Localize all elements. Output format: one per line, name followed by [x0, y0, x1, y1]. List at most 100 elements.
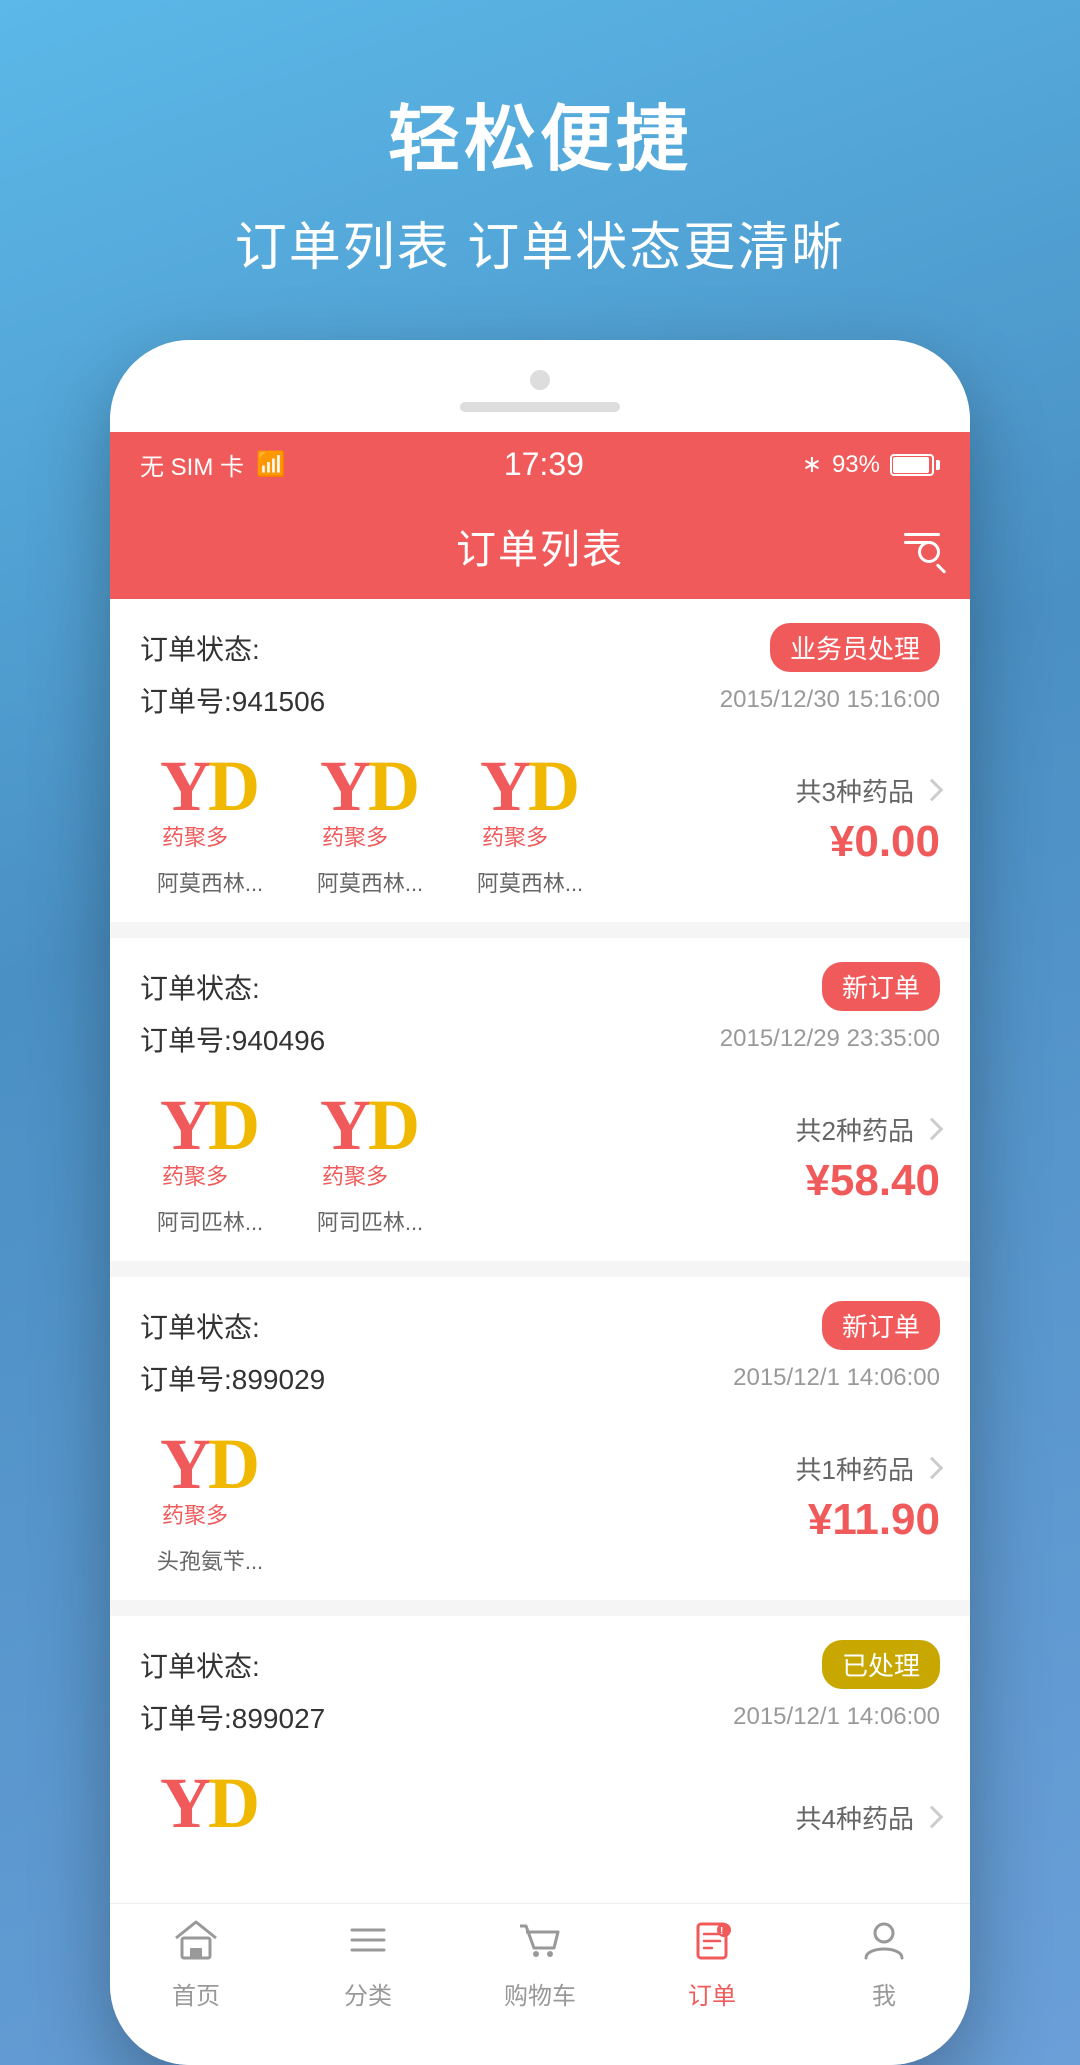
order-item[interactable]: 订单状态: 新订单 订单号:940496 2015/12/29 23:35:00… [110, 938, 970, 1261]
product-logo: Y D 药聚多 [145, 1079, 275, 1199]
product-items: Y D 药聚多 阿莫西林... Y D [140, 740, 776, 898]
search-filter-button[interactable] [904, 533, 940, 563]
svg-text:药聚多: 药聚多 [482, 825, 548, 850]
order-price: ¥11.90 [808, 1495, 940, 1545]
nav-label-profile: 我 [872, 1976, 896, 2011]
product-name: 阿莫西林... [477, 866, 583, 898]
order-header: 订单状态: 业务员处理 [140, 623, 940, 672]
summary-count: 共2种药品 [796, 1111, 940, 1148]
product-name: 阿莫西林... [157, 866, 263, 898]
app-header: 订单列表 [110, 497, 970, 599]
hero-title: 轻松便捷 [40, 80, 1040, 185]
order-price: ¥58.40 [805, 1156, 940, 1206]
clock: 17:39 [504, 446, 584, 483]
nav-label-cart: 购物车 [504, 1976, 576, 2011]
svg-text:药聚多: 药聚多 [162, 825, 228, 850]
svg-text:D: D [208, 1424, 260, 1504]
order-date: 2015/12/30 15:16:00 [720, 686, 940, 714]
svg-text:Y: Y [160, 1085, 212, 1165]
product-logo: Y D 药聚多 [145, 1418, 275, 1538]
home-icon [174, 1920, 218, 1970]
order-date: 2015/12/1 14:06:00 [733, 1364, 940, 1392]
order-item[interactable]: 订单状态: 新订单 订单号:899029 2015/12/1 14:06:00 … [110, 1277, 970, 1600]
summary-count: 共1种药品 [796, 1450, 940, 1487]
order-header: 订单状态: 新订单 [140, 962, 940, 1011]
nav-item-order[interactable]: ! 订单 [642, 1920, 782, 2011]
nav-item-profile[interactable]: 我 [814, 1920, 954, 2011]
order-number-row: 订单号:941506 2015/12/30 15:16:00 [140, 680, 940, 720]
nav-item-cart[interactable]: 购物车 [470, 1920, 610, 2011]
product-item: Y D 药聚多 阿莫西林... [140, 740, 280, 898]
order-header: 订单状态: 已处理 [140, 1640, 940, 1689]
product-item: Y D 药聚多 头孢氨苄... [140, 1418, 280, 1576]
svg-text:Y: Y [160, 746, 212, 826]
bottom-nav: 首页 分类 [110, 1903, 970, 2035]
order-item[interactable]: 订单状态: 已处理 订单号:899027 2015/12/1 14:06:00 … [110, 1616, 970, 1887]
search-icon [918, 541, 940, 563]
product-name: 阿司匹林... [157, 1205, 263, 1237]
svg-text:D: D [368, 1085, 420, 1165]
product-logo: Y D [145, 1757, 275, 1877]
products-row: Y D 药聚多 阿司匹林... Y D [140, 1079, 940, 1237]
user-icon [862, 1920, 906, 1970]
battery-percent: 93% [832, 451, 880, 479]
cart-icon [518, 1920, 562, 1970]
nav-item-home[interactable]: 首页 [126, 1920, 266, 2011]
svg-text:药聚多: 药聚多 [162, 1164, 228, 1189]
svg-text:D: D [208, 746, 260, 826]
order-list: 订单状态: 业务员处理 订单号:941506 2015/12/30 15:16:… [110, 599, 970, 1887]
product-items: Y D 药聚多 头孢氨苄... [140, 1418, 776, 1576]
product-item: Y D 药聚多 阿司匹林... [140, 1079, 280, 1237]
order-date: 2015/12/29 23:35:00 [720, 1025, 940, 1053]
status-badge: 业务员处理 [770, 623, 940, 672]
order-number: 订单号:899029 [140, 1358, 325, 1398]
order-number: 订单号:899027 [140, 1697, 325, 1737]
order-item[interactable]: 订单状态: 业务员处理 订单号:941506 2015/12/30 15:16:… [110, 599, 970, 922]
nav-label-category: 分类 [344, 1976, 392, 2011]
svg-text:Y: Y [320, 746, 372, 826]
list-icon [346, 1920, 390, 1970]
bluetooth-icon: ∗ [802, 450, 822, 479]
product-items: Y D [140, 1757, 776, 1877]
products-summary: 共3种药品 ¥0.00 [796, 772, 940, 867]
page-title: 订单列表 [456, 517, 624, 575]
product-logo: Y D 药聚多 [305, 1079, 435, 1199]
svg-text:D: D [208, 1085, 260, 1165]
svg-text:!: ! [720, 1926, 723, 1937]
order-status-label: 订单状态: [140, 967, 260, 1007]
products-row: Y D 药聚多 阿莫西林... Y D [140, 740, 940, 898]
hero-section: 轻松便捷 订单列表 订单状态更清晰 [0, 0, 1080, 340]
order-status-label: 订单状态: [140, 628, 260, 668]
products-summary: 共2种药品 ¥58.40 [796, 1111, 940, 1206]
order-icon: ! [690, 1920, 734, 1970]
product-name: 阿司匹林... [317, 1205, 423, 1237]
speaker-bar [460, 402, 620, 412]
nav-label-home: 首页 [172, 1976, 220, 2011]
product-item: Y D 药聚多 阿莫西林... [300, 740, 440, 898]
battery-icon [890, 454, 940, 476]
carrier-text: 无 SIM 卡 [140, 447, 244, 482]
phone-frame: 无 SIM 卡 📶 17:39 ∗ 93% 订单列表 [110, 340, 970, 2065]
svg-text:Y: Y [160, 1424, 212, 1504]
phone-bottom [110, 2035, 970, 2065]
hero-subtitle: 订单列表 订单状态更清晰 [40, 205, 1040, 280]
svg-text:药聚多: 药聚多 [322, 825, 388, 850]
order-number-row: 订单号:940496 2015/12/29 23:35:00 [140, 1019, 940, 1059]
svg-text:Y: Y [320, 1085, 372, 1165]
order-date: 2015/12/1 14:06:00 [733, 1703, 940, 1731]
products-summary: 共1种药品 ¥11.90 [796, 1450, 940, 1545]
product-name: 阿莫西林... [317, 866, 423, 898]
camera-dot [530, 370, 550, 390]
chevron-right-icon [921, 1806, 944, 1829]
product-logo: Y D 药聚多 [145, 740, 275, 860]
nav-item-category[interactable]: 分类 [298, 1920, 438, 2011]
summary-count: 共4种药品 [796, 1799, 940, 1836]
products-summary: 共4种药品 [796, 1799, 940, 1836]
order-status-label: 订单状态: [140, 1306, 260, 1346]
chevron-right-icon [921, 1457, 944, 1480]
order-price: ¥0.00 [830, 817, 940, 867]
svg-text:D: D [208, 1763, 260, 1843]
product-items: Y D 药聚多 阿司匹林... Y D [140, 1079, 776, 1237]
chevron-right-icon [921, 779, 944, 802]
product-logo: Y D 药聚多 [305, 740, 435, 860]
